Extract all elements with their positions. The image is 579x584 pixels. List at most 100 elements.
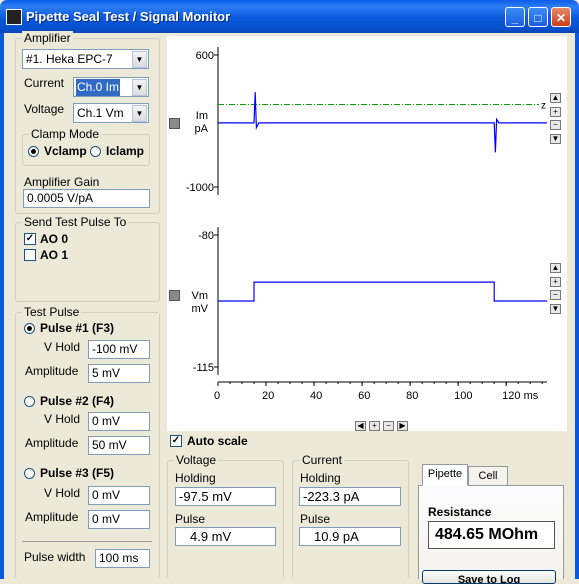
ao0-label[interactable]: AO 0 [40, 232, 68, 246]
pulse-1-radio[interactable] [24, 323, 35, 334]
pulse-1-vhold-field[interactable]: -100 mV [88, 340, 150, 359]
vclamp-label[interactable]: Vclamp [44, 144, 87, 158]
pulse-1-vhold-label: V Hold [44, 340, 81, 354]
pulse-2-vhold-label: V Hold [44, 412, 81, 426]
voltage-holding-label: Holding [175, 471, 216, 485]
clamp-mode-label: Clamp Mode [29, 127, 102, 141]
current-zoom-out-icon[interactable]: − [550, 120, 561, 130]
current-scale-down-icon[interactable]: ▼ [550, 134, 561, 144]
send-test-pulse-group [15, 222, 160, 302]
x-tick-label: 100 [454, 390, 472, 402]
save-to-log-label: Save to Log [457, 574, 521, 584]
voltage-scale-down-icon[interactable]: ▼ [550, 304, 561, 314]
send-test-pulse-label: Send Test Pulse To [22, 215, 129, 229]
voltage-zoom-out-icon[interactable]: − [550, 290, 561, 300]
voltage-holding-value: -97.5 mV [175, 487, 276, 506]
app-icon [6, 9, 22, 25]
x-scroll-left-icon[interactable]: ◀ [355, 421, 366, 431]
x-zoom-out-icon[interactable]: − [383, 421, 394, 431]
pulse-1-amplitude-label: Amplitude [25, 364, 79, 378]
x-tick-label: 0 [214, 390, 220, 402]
current-holding-label: Holding [300, 471, 341, 485]
pulse-3-amplitude-field[interactable]: 0 mV [88, 510, 150, 529]
amplifier-select-value: #1. Heka EPC-7 [26, 52, 113, 66]
current-pulse-label: Pulse [300, 512, 331, 526]
vclamp-radio[interactable] [28, 146, 39, 157]
minimize-icon: _ [511, 11, 519, 25]
window-title: Pipette Seal Test / Signal Monitor [26, 9, 231, 24]
y-tick-label: -1000 [186, 182, 214, 194]
autoscale-checkbox[interactable]: ✓ [170, 435, 182, 447]
pulse-1-label[interactable]: Pulse #1 (F3) [40, 321, 114, 335]
pulse-3-vhold-field[interactable]: 0 mV [88, 486, 150, 505]
chevron-down-icon[interactable]: ▼ [132, 51, 147, 68]
checkmark-icon: ✓ [171, 435, 181, 446]
current-label: Current [24, 76, 65, 90]
pulse-3-radio[interactable] [24, 468, 35, 479]
pulse-3-amplitude-label: Amplitude [25, 510, 79, 524]
pulse-3-vhold-label: V Hold [44, 486, 81, 500]
pulse-1-amplitude-field[interactable]: 5 mV [88, 364, 150, 383]
x-tick-label: 120 ms [502, 390, 539, 402]
voltage-pulse-label: Pulse [175, 512, 206, 526]
close-icon: ✕ [555, 11, 567, 25]
amplifier-gain-label: Amplifier Gain [24, 175, 100, 189]
y-axis-label-unit: pA [195, 123, 209, 135]
x-tick-label: 20 [262, 390, 274, 402]
amplifier-gain-field[interactable]: 0.0005 V/pA [23, 189, 150, 208]
close-button[interactable]: ✕ [551, 7, 571, 27]
pulse-width-label: Pulse width [24, 550, 86, 564]
divider [22, 541, 152, 542]
iclamp-radio[interactable] [90, 146, 101, 157]
test-pulse-label: Test Pulse [22, 305, 82, 319]
pulse-width-field[interactable]: 100 ms [95, 549, 150, 568]
window-frame-right [575, 33, 579, 579]
pulse-2-vhold-field[interactable]: 0 mV [88, 412, 150, 431]
minimize-button[interactable]: _ [505, 7, 525, 27]
y-axis-label-unit: mV [192, 303, 209, 315]
voltage-zoom-in-icon[interactable]: + [550, 277, 561, 287]
ao0-checkbox[interactable]: ✓ [24, 233, 36, 245]
voltage-pulse-value: 4.9 mV [175, 527, 276, 546]
current-channel-select[interactable]: Ch.0 Im ▼ [73, 77, 149, 97]
voltage-scale-up-icon[interactable]: ▲ [550, 263, 561, 273]
iclamp-label[interactable]: Iclamp [106, 144, 144, 158]
amplifier-group-label: Amplifier [22, 31, 73, 45]
pulse-2-radio[interactable] [24, 396, 35, 407]
title-bar[interactable]: Pipette Seal Test / Signal Monitor _ □ ✕ [0, 0, 579, 33]
zero-marker-label: z [541, 101, 546, 112]
x-scroll-right-icon[interactable]: ▶ [397, 421, 408, 431]
checkmark-icon: ✓ [25, 233, 35, 244]
current-holding-value: -223.3 pA [299, 487, 401, 506]
autoscale-label[interactable]: Auto scale [187, 434, 248, 448]
x-zoom-in-icon[interactable]: + [369, 421, 380, 431]
chevron-down-icon[interactable]: ▼ [132, 105, 147, 122]
ao1-checkbox[interactable] [24, 249, 36, 261]
chevron-down-icon[interactable]: ▼ [132, 79, 147, 96]
y-tick-label: 600 [196, 50, 214, 62]
y-tick-label: -80 [198, 230, 214, 242]
current-scale-up-icon[interactable]: ▲ [550, 93, 561, 103]
pulse-3-label[interactable]: Pulse #3 (F5) [40, 466, 114, 480]
current-zoom-in-icon[interactable]: + [550, 107, 561, 117]
plots-svg: 600 -1000 ImpA z -80 -115 VmmV 0 20 40 60 80 100 120… [186, 47, 547, 402]
current-chart: 600 -1000 ImpA z [186, 47, 547, 195]
maximize-icon: □ [534, 11, 542, 25]
tab-cell[interactable]: Cell [468, 466, 508, 486]
resistance-label: Resistance [428, 505, 492, 519]
maximize-button[interactable]: □ [528, 7, 548, 27]
voltage-channel-value: Ch.1 Vm [77, 106, 124, 120]
trace-series-0 [218, 281, 547, 302]
y-axis-label-unit-name: Vm [192, 290, 209, 302]
ao1-label[interactable]: AO 1 [40, 248, 68, 262]
pulse-2-amplitude-label: Amplitude [25, 436, 79, 450]
trace-series-0 [218, 92, 547, 153]
amplifier-select[interactable]: #1. Heka EPC-7 ▼ [22, 49, 149, 69]
pulse-2-label[interactable]: Pulse #2 (F4) [40, 394, 114, 408]
pulse-2-amplitude-field[interactable]: 50 mV [88, 436, 150, 455]
save-to-log-button[interactable]: Save to Log [422, 570, 556, 584]
resistance-value: 484.65 MOhm [428, 521, 555, 549]
voltage-label: Voltage [24, 102, 65, 116]
tab-pipette[interactable]: Pipette [422, 464, 468, 486]
voltage-channel-select[interactable]: Ch.1 Vm ▼ [73, 103, 149, 123]
